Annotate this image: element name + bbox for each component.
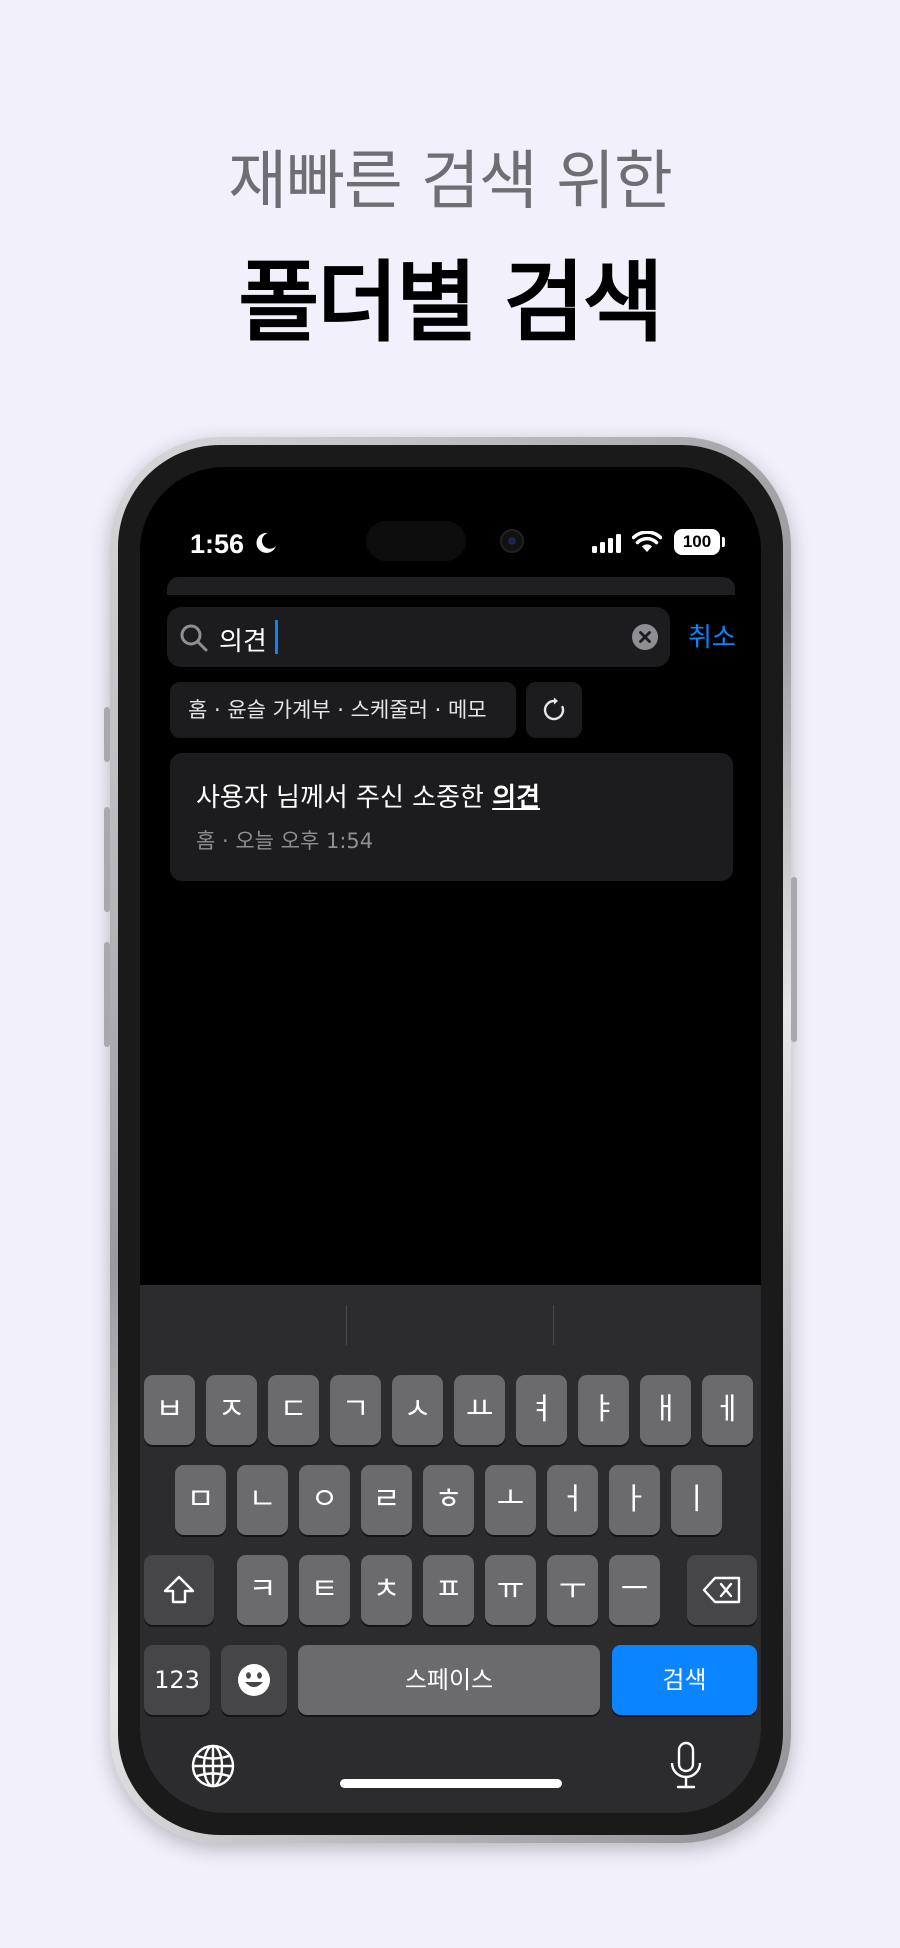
key-row1-7[interactable]: ㅑ [578, 1375, 629, 1445]
key-row1-9[interactable]: ㅔ [702, 1375, 753, 1445]
wifi-icon [632, 531, 662, 552]
numbers-key[interactable]: 123 [144, 1645, 210, 1715]
power-button [791, 877, 797, 1042]
key-row3-3[interactable]: ㅍ [423, 1555, 474, 1625]
key-row3-2[interactable]: ㅊ [361, 1555, 412, 1625]
search-bar[interactable]: 의견 [167, 607, 670, 667]
key-row2-4[interactable]: ㅎ [423, 1465, 474, 1535]
emoji-key[interactable] [221, 1645, 287, 1715]
camera-icon [500, 529, 524, 553]
microphone-icon[interactable] [669, 1741, 703, 1791]
refresh-button[interactable] [526, 682, 582, 738]
key-row2-1[interactable]: ㄴ [237, 1465, 288, 1535]
key-row2-6[interactable]: ㅓ [547, 1465, 598, 1535]
shift-icon [163, 1575, 195, 1604]
backspace-icon [702, 1576, 741, 1604]
key-row1-8[interactable]: ㅐ [640, 1375, 691, 1445]
action-button [104, 707, 110, 762]
key-row1-6[interactable]: ㅕ [516, 1375, 567, 1445]
moon-icon [256, 532, 276, 553]
key-row2-8[interactable]: ㅣ [671, 1465, 722, 1535]
keyboard: ㅂㅈㄷㄱㅅㅛㅕㅑㅐㅔ ㅁㄴㅇㄹㅎㅗㅓㅏㅣ ㅋㅌㅊㅍㅠㅜㅡ 123 스페이스 검색 [140, 1285, 761, 1813]
backspace-key[interactable] [687, 1555, 757, 1625]
key-row2-3[interactable]: ㄹ [361, 1465, 412, 1535]
status-time: 1:56 [190, 529, 245, 559]
suggestion-divider [553, 1305, 554, 1345]
folder-filter-chip[interactable]: 홈 · 윤슬 가계부 · 스케줄러 · 메모 [170, 682, 516, 738]
key-row1-1[interactable]: ㅈ [206, 1375, 257, 1445]
key-row1-3[interactable]: ㄱ [330, 1375, 381, 1445]
key-row3-4[interactable]: ㅠ [485, 1555, 536, 1625]
key-row1-0[interactable]: ㅂ [144, 1375, 195, 1445]
dynamic-island [366, 521, 466, 561]
phone-frame: 1:56 100 의견 취소 홈 · 윤슬 가계부 · 스케줄러 · 메모 사용… [104, 437, 797, 1843]
cancel-button[interactable]: 취소 [688, 617, 736, 654]
refresh-icon [543, 697, 565, 721]
shift-key[interactable] [144, 1555, 214, 1625]
signal-icon [592, 534, 621, 553]
text-cursor [275, 620, 278, 654]
volume-up-button [104, 807, 110, 912]
key-row3-5[interactable]: ㅜ [547, 1555, 598, 1625]
key-row3-1[interactable]: ㅌ [299, 1555, 350, 1625]
promo-title: 폴더별 검색 [238, 251, 663, 354]
battery-indicator: 100 [674, 529, 725, 555]
phone-screen: 1:56 100 의견 취소 홈 · 윤슬 가계부 · 스케줄러 · 메모 사용… [140, 467, 761, 1813]
result-meta: 홈 · 오늘 오후 1:54 [196, 829, 374, 853]
clear-search-icon[interactable] [632, 624, 658, 650]
search-input[interactable]: 의견 [219, 621, 267, 658]
search-result-item[interactable]: 사용자 님께서 주신 소중한 의견 홈 · 오늘 오후 1:54 [170, 753, 733, 881]
result-title-highlight: 의견 [492, 783, 541, 813]
search-key[interactable]: 검색 [612, 1645, 757, 1715]
background-sheet [167, 577, 735, 595]
volume-down-button [104, 942, 110, 1047]
home-indicator[interactable] [340, 1779, 562, 1788]
key-row2-0[interactable]: ㅁ [175, 1465, 226, 1535]
suggestion-divider [346, 1305, 347, 1345]
globe-icon[interactable] [190, 1743, 236, 1789]
search-icon [180, 624, 208, 652]
result-title-text: 사용자 님께서 주신 소중한 [196, 783, 493, 813]
key-row3-6[interactable]: ㅡ [609, 1555, 660, 1625]
key-row2-7[interactable]: ㅏ [609, 1465, 660, 1535]
key-row3-0[interactable]: ㅋ [237, 1555, 288, 1625]
key-row1-5[interactable]: ㅛ [454, 1375, 505, 1445]
key-row1-2[interactable]: ㄷ [268, 1375, 319, 1445]
key-row2-5[interactable]: ㅗ [485, 1465, 536, 1535]
key-row2-2[interactable]: ㅇ [299, 1465, 350, 1535]
result-title: 사용자 님께서 주신 소중한 의견 [196, 777, 540, 814]
emoji-icon [238, 1664, 270, 1696]
key-row1-4[interactable]: ㅅ [392, 1375, 443, 1445]
promo-subtitle: 재빠른 검색 위한 [228, 145, 673, 219]
space-key[interactable]: 스페이스 [298, 1645, 600, 1715]
